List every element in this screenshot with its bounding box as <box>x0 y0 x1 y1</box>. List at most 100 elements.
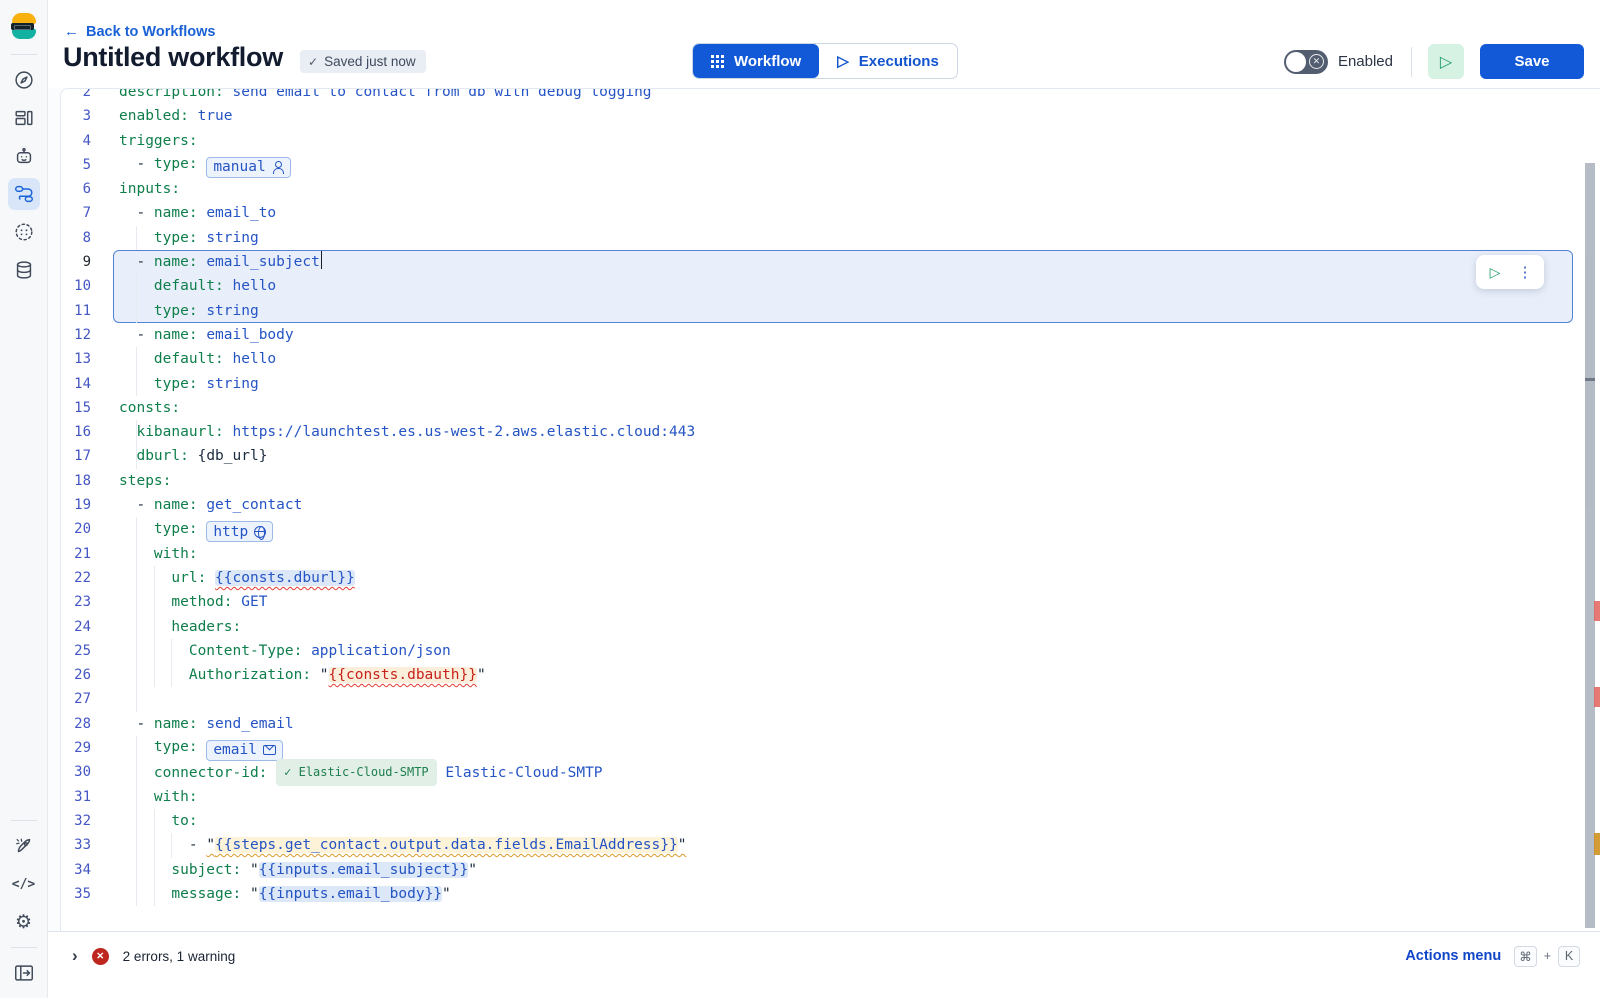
sidebar-divider <box>11 947 37 948</box>
line-number: 4 <box>61 129 91 153</box>
code-token <box>267 765 276 781</box>
code-line-21[interactable]: 21 with: <box>61 542 1600 566</box>
step-menu-button[interactable]: ⋮ <box>1511 258 1539 286</box>
view-tab-group: Workflow ▷ Executions <box>692 43 958 79</box>
editor-scrollbar[interactable] <box>1585 163 1595 928</box>
sidebar-item-assistant[interactable] <box>0 137 48 175</box>
code-line-11[interactable]: 11 type: string <box>61 299 1600 323</box>
connector-badge[interactable]: ✓ Elastic-Cloud-SMTP <box>276 759 437 785</box>
sidebar-item-dashboards[interactable] <box>0 99 48 137</box>
code-token <box>233 594 242 610</box>
code-line-5[interactable]: 5 - type: manual <box>61 153 1600 177</box>
code-token <box>224 424 233 440</box>
indent-guide <box>154 663 155 687</box>
sidebar-item-management[interactable]: ⚙ <box>0 903 48 941</box>
line-number: 28 <box>61 712 91 736</box>
indent-guide <box>136 615 137 639</box>
code-line-12[interactable]: 12 - name: email_body <box>61 323 1600 347</box>
code-token <box>189 448 198 464</box>
code-line-28[interactable]: 28 - name: send_email <box>61 712 1600 736</box>
code-token: send_email <box>206 716 293 732</box>
code-token: to: <box>171 813 197 829</box>
app-sidebar: </>⚙ <box>0 0 48 998</box>
line-number: 9 <box>61 250 91 274</box>
code-line-23[interactable]: 23 method: GET <box>61 590 1600 614</box>
code-line-30[interactable]: 30 connector-id: ✓ Elastic-Cloud-SMTP El… <box>61 760 1600 784</box>
problems-summary[interactable]: › ✕ 2 errors, 1 warning <box>72 946 235 966</box>
code-line-34[interactable]: 34 subject: "{{inputs.email_subject}}" <box>61 858 1600 882</box>
sidebar-item-collapse[interactable] <box>0 954 48 992</box>
tab-executions-label: Executions <box>859 53 939 70</box>
tab-executions[interactable]: ▷ Executions <box>819 44 957 78</box>
code-line-13[interactable]: 13 default: hello <box>61 347 1600 371</box>
code-line-8[interactable]: 8 type: string <box>61 226 1600 250</box>
robot-icon <box>8 140 40 172</box>
sidebar-item-discover[interactable] <box>0 61 48 99</box>
code-line-24[interactable]: 24 headers: <box>61 615 1600 639</box>
code-line-9[interactable]: 9 - name: email_subject <box>61 250 1600 274</box>
grid-icon <box>711 55 714 58</box>
code-line-4[interactable]: 4triggers: <box>61 129 1600 153</box>
code-token: with: <box>154 789 198 805</box>
code-line-35[interactable]: 35 message: "{{inputs.email_body}}" <box>61 882 1600 906</box>
code-token: {{consts.dbauth}} <box>329 667 477 683</box>
actions-menu-link[interactable]: Actions menu <box>1405 948 1501 964</box>
indent-guide <box>136 687 137 711</box>
code-content: - name: get_contact <box>119 493 302 517</box>
code-line-20[interactable]: 20 type: http <box>61 517 1600 541</box>
sidebar-item-workflows[interactable] <box>0 175 48 213</box>
code-line-7[interactable]: 7 - name: email_to <box>61 201 1600 225</box>
code-token: - <box>119 716 154 732</box>
code-token: consts: <box>119 400 180 416</box>
code-line-3[interactable]: 3enabled: true <box>61 104 1600 128</box>
code-line-18[interactable]: 18steps: <box>61 469 1600 493</box>
enabled-toggle[interactable]: ✕ <box>1284 50 1328 74</box>
line-number: 2 <box>61 88 91 104</box>
chevron-right-icon[interactable]: › <box>72 946 78 966</box>
code-line-31[interactable]: 31 with: <box>61 785 1600 809</box>
run-workflow-button[interactable]: ▷ <box>1428 44 1464 79</box>
code-line-15[interactable]: 15consts: <box>61 396 1600 420</box>
code-token: {{inputs.email_body}} <box>259 886 442 902</box>
code-line-14[interactable]: 14 type: string <box>61 372 1600 396</box>
run-step-button[interactable]: ▷ <box>1481 258 1509 286</box>
code-line-33[interactable]: 33 - "{{steps.get_contact.output.data.fi… <box>61 833 1600 857</box>
sidebar-item-agents[interactable] <box>0 213 48 251</box>
step-type-badge[interactable]: email <box>206 740 283 761</box>
code-line-10[interactable]: 10 default: hello <box>61 274 1600 298</box>
step-type-badge[interactable]: http <box>206 521 273 542</box>
line-number: 14 <box>61 372 91 396</box>
save-button[interactable]: Save <box>1480 44 1584 79</box>
indent-guide <box>154 858 155 882</box>
elastic-logo[interactable] <box>0 0 48 52</box>
code-content: type: string <box>119 372 259 396</box>
code-line-25[interactable]: 25 Content-Type: application/json <box>61 639 1600 663</box>
line-number: 7 <box>61 201 91 225</box>
back-to-workflows-link[interactable]: ← Back to Workflows <box>64 23 215 40</box>
code-line-19[interactable]: 19 - name: get_contact <box>61 493 1600 517</box>
code-line-2[interactable]: 2description: send email to contact from… <box>61 88 1600 104</box>
sidebar-divider <box>11 820 37 821</box>
sidebar-item-getting-started[interactable] <box>0 827 48 865</box>
step-type-badge[interactable]: manual <box>206 157 290 178</box>
sidebar-item-dev-tools[interactable]: </> <box>0 865 48 903</box>
code-line-16[interactable]: 16 kibanaurl: https://launchtest.es.us-w… <box>61 420 1600 444</box>
code-line-26[interactable]: 26 Authorization: "{{consts.dbauth}}" <box>61 663 1600 687</box>
line-number: 30 <box>61 760 91 784</box>
code-token <box>198 327 207 343</box>
yaml-editor[interactable]: 2description: send email to contact from… <box>60 88 1600 931</box>
code-line-32[interactable]: 32 to: <box>61 809 1600 833</box>
sidebar-item-data[interactable] <box>0 251 48 289</box>
indent-guide <box>154 566 155 590</box>
code-line-6[interactable]: 6inputs: <box>61 177 1600 201</box>
page-header: ← Back to Workflows Untitled workflow ✓ … <box>48 0 1600 88</box>
code-line-27[interactable]: 27 <box>61 687 1600 711</box>
code-line-17[interactable]: 17 dburl: {db_url} <box>61 444 1600 468</box>
code-token: name: <box>154 327 198 343</box>
code-line-29[interactable]: 29 type: email <box>61 736 1600 760</box>
code-token: {db_url} <box>198 448 268 464</box>
code-content: steps: <box>119 469 171 493</box>
tab-workflow[interactable]: Workflow <box>693 44 819 78</box>
indent-guide <box>136 858 137 882</box>
code-line-22[interactable]: 22 url: {{consts.dburl}} <box>61 566 1600 590</box>
